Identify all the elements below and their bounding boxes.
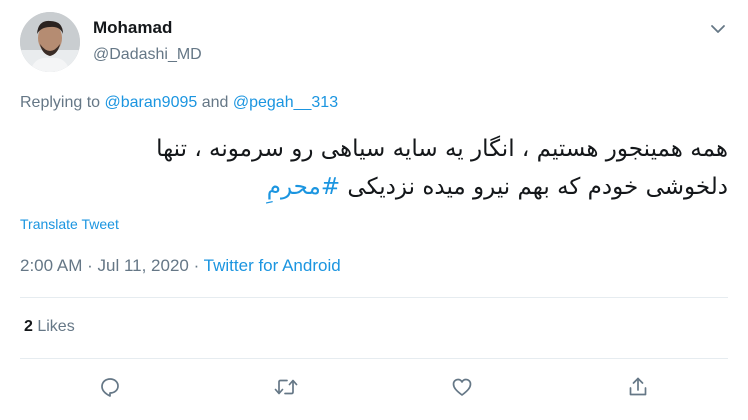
retweet-icon[interactable] bbox=[271, 372, 301, 402]
tweet-text-line-2: دلخوشی خودم که بهم نیرو میده نزدیکی #محر… bbox=[20, 168, 728, 206]
likes-count[interactable]: 2 Likes bbox=[24, 318, 75, 336]
divider bbox=[20, 297, 728, 298]
author-handle[interactable]: @Dadashi_MD bbox=[93, 46, 202, 64]
translate-tweet-link[interactable]: Translate Tweet bbox=[20, 216, 119, 232]
reply-icon[interactable] bbox=[95, 372, 125, 402]
chevron-down-icon[interactable] bbox=[706, 17, 730, 41]
likes-number: 2 bbox=[24, 318, 33, 335]
meta-separator: · bbox=[82, 256, 98, 275]
tweet-text-line-1: همه همینجور هستیم ، انگار یه سایه سیاهی … bbox=[156, 136, 728, 162]
tweet-source-link[interactable]: Twitter for Android bbox=[204, 256, 341, 275]
replying-prefix: Replying to bbox=[20, 94, 105, 111]
meta-separator: · bbox=[188, 256, 204, 275]
tweet-date[interactable]: Jul 11, 2020 bbox=[97, 256, 188, 275]
avatar[interactable] bbox=[20, 12, 80, 72]
replying-to: Replying to @baran9095 and @pegah__313 bbox=[20, 94, 338, 112]
divider bbox=[20, 358, 728, 359]
author-name[interactable]: Mohamad bbox=[93, 18, 172, 38]
reply-mention-2[interactable]: @pegah__313 bbox=[233, 94, 338, 111]
tweet-time[interactable]: 2:00 AM bbox=[20, 256, 82, 275]
tweet-text: همه همینجور هستیم ، انگار یه سایه سیاهی … bbox=[20, 130, 728, 206]
tweet-text-line-2-body: دلخوشی خودم که بهم نیرو میده نزدیکی bbox=[340, 174, 728, 200]
likes-label: Likes bbox=[32, 318, 75, 335]
reply-and: and bbox=[197, 94, 233, 111]
hashtag-link[interactable]: #محرمِ bbox=[267, 174, 340, 200]
tweet-meta: 2:00 AM · Jul 11, 2020 · Twitter for And… bbox=[20, 256, 341, 276]
reply-mention-1[interactable]: @baran9095 bbox=[105, 94, 198, 111]
share-icon[interactable] bbox=[623, 372, 653, 402]
heart-icon[interactable] bbox=[447, 372, 477, 402]
